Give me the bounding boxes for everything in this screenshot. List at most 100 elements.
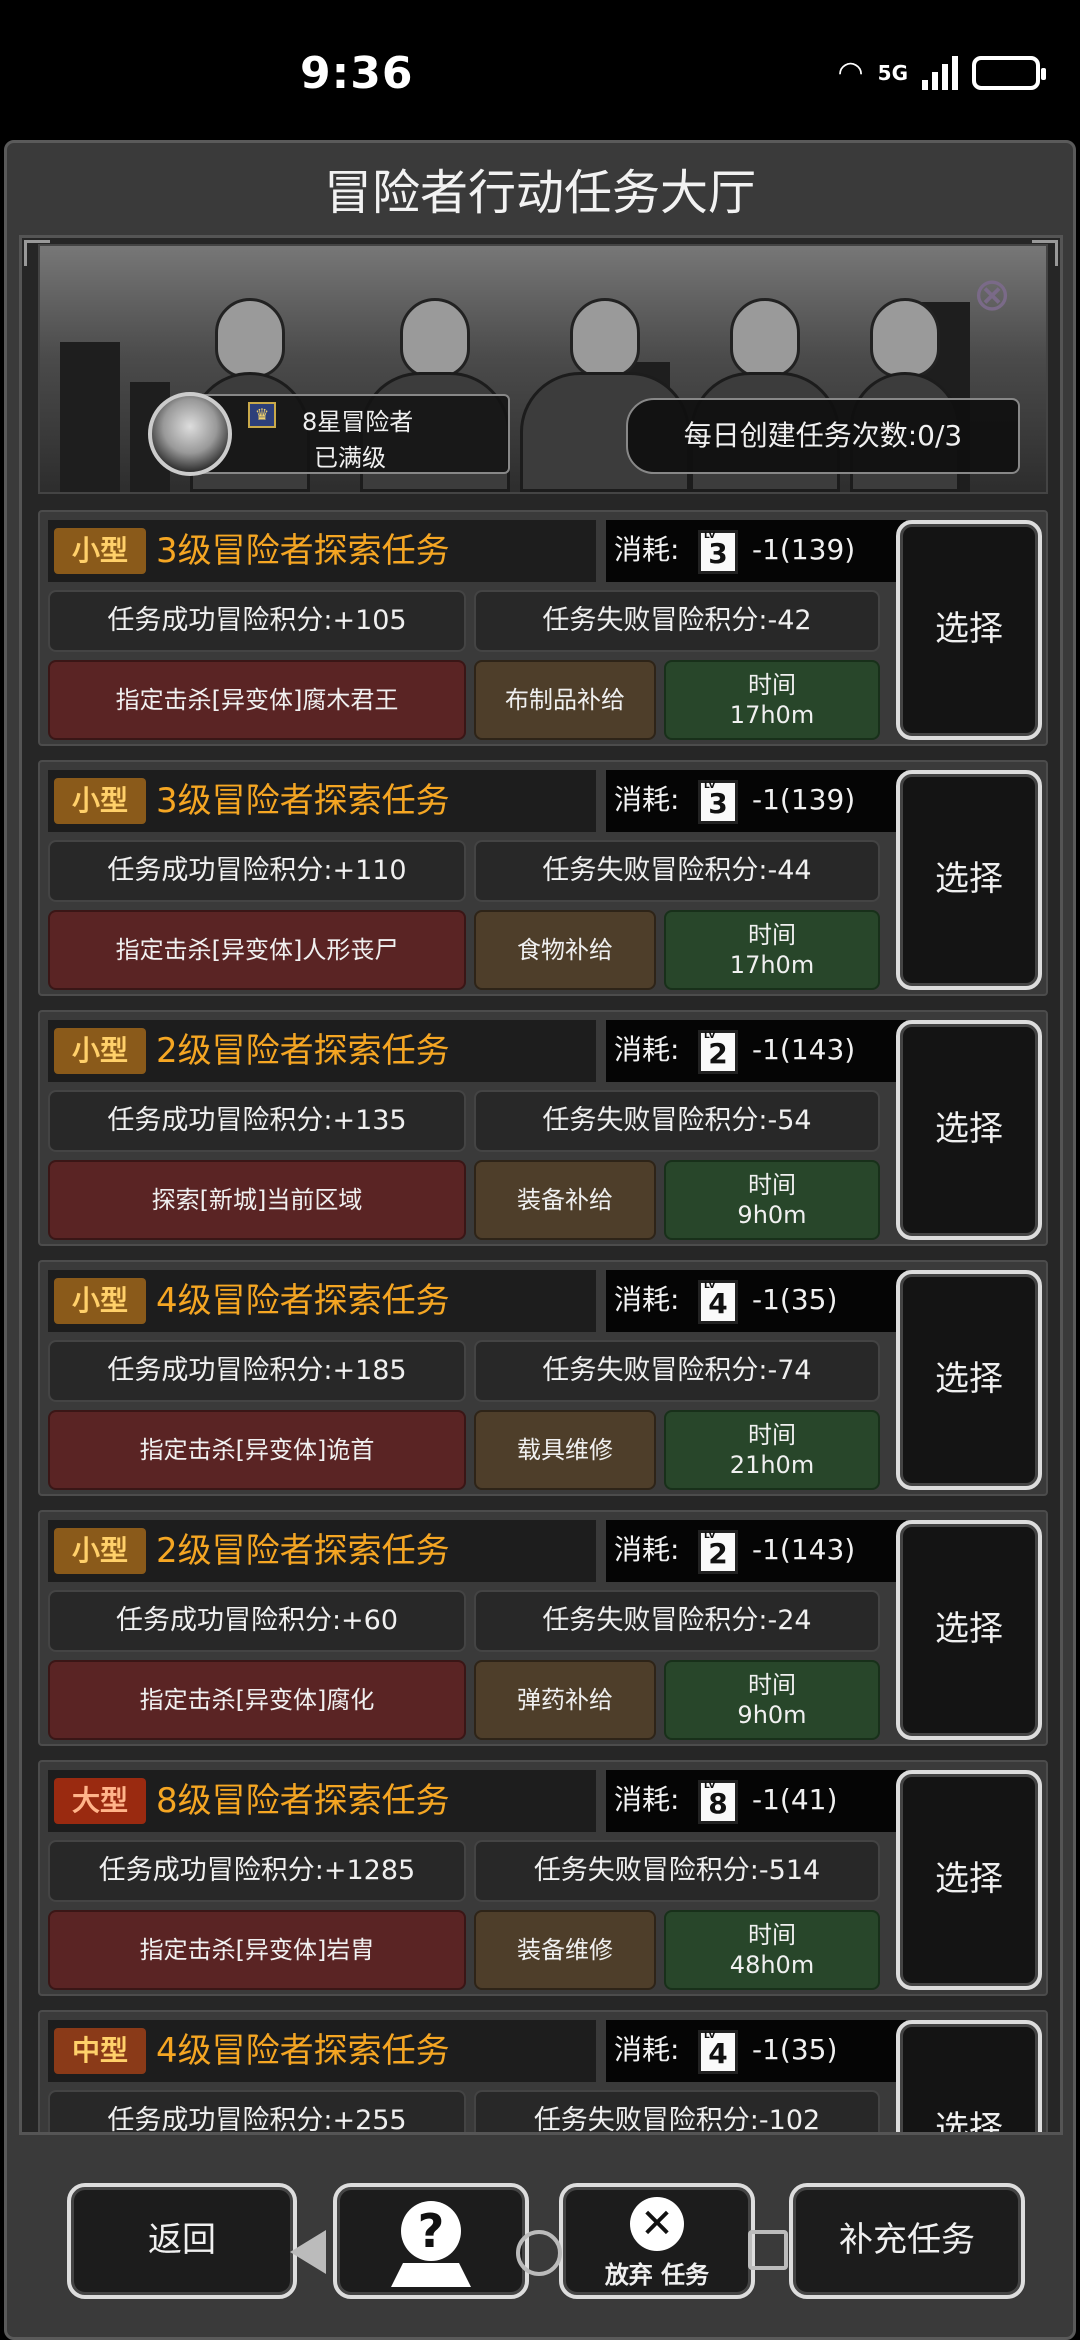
select-task-button[interactable]: 选择 (896, 1770, 1042, 1990)
time-label: 时间 (748, 671, 796, 699)
fail-points: 任务失败冒险积分:-42 (474, 590, 880, 652)
cost-label: 消耗: (614, 1533, 680, 1566)
task-hall-panel: 冒险者行动任务大厅 ⊗ ♛ 8星冒险者 已满级 每日创建任务次数:0/3 小型 … (4, 140, 1076, 2340)
task-reward: 布制品补给 (474, 660, 656, 740)
task-size-badge: 小型 (54, 528, 146, 574)
task-objective: 指定击杀[异变体]人形丧尸 (48, 910, 466, 990)
task-name: 4级冒险者探索任务 (156, 2031, 450, 2071)
task-duration: 时间 21h0m (664, 1410, 880, 1490)
time-value: 21h0m (729, 1451, 815, 1479)
task-cost: 消耗: 2 -1(143) (606, 1020, 906, 1082)
task-size-badge: 小型 (54, 1278, 146, 1324)
level-card-icon: 4 (698, 1280, 738, 1324)
cost-label: 消耗: (614, 1283, 680, 1316)
task-card: 大型 8级冒险者探索任务 消耗: 8 -1(41) 任务成功冒险积分:+1285… (38, 1760, 1048, 1996)
abandon-task-button[interactable]: ✕ 放弃 任务 (559, 2183, 755, 2299)
cost-label: 消耗: (614, 783, 680, 816)
cost-value: -1(143) (752, 1533, 856, 1566)
task-size-badge: 小型 (54, 778, 146, 824)
abandon-task-label: 放弃 任务 (604, 2261, 710, 2289)
select-task-button[interactable]: 选择 (896, 1270, 1042, 1490)
task-duration: 时间 9h0m (664, 1660, 880, 1740)
task-header: 小型 2级冒险者探索任务 (48, 1520, 596, 1582)
select-task-button[interactable]: 选择 (896, 1520, 1042, 1740)
task-name: 8级冒险者探索任务 (156, 1781, 450, 1821)
task-cost: 消耗: 2 -1(143) (606, 1520, 906, 1582)
fail-points: 任务失败冒险积分:-102 (474, 2090, 880, 2132)
task-reward: 弹药补给 (474, 1660, 656, 1740)
time-value: 17h0m (729, 951, 815, 979)
task-size-badge: 中型 (54, 2028, 146, 2074)
task-objective: 指定击杀[异变体]诡首 (48, 1410, 466, 1490)
nav-recent-icon[interactable] (748, 2230, 788, 2270)
map-icon (391, 2263, 471, 2287)
nav-back-icon[interactable] (290, 2230, 326, 2274)
task-objective: 指定击杀[异变体]岩胄 (48, 1910, 466, 1990)
emblem-icon: ⊗ (972, 267, 1012, 321)
task-cost: 消耗: 8 -1(41) (606, 1770, 906, 1832)
select-task-button[interactable]: 选择 (896, 2020, 1042, 2132)
level-card-icon: 8 (698, 1780, 738, 1824)
success-points: 任务成功冒险积分:+105 (48, 590, 466, 652)
success-points: 任务成功冒险积分:+255 (48, 2090, 466, 2132)
page-title: 冒险者行动任务大厅 (323, 165, 756, 221)
fail-points: 任务失败冒险积分:-514 (474, 1840, 880, 1902)
fail-points: 任务失败冒险积分:-44 (474, 840, 880, 902)
player-level-status: 已满级 (314, 444, 386, 472)
task-header: 小型 2级冒险者探索任务 (48, 1020, 596, 1082)
cost-value: -1(35) (752, 1283, 838, 1316)
level-card-icon: 2 (698, 1030, 738, 1074)
time-value: 9h0m (737, 1701, 807, 1729)
task-duration: 时间 48h0m (664, 1910, 880, 1990)
time-value: 9h0m (737, 1201, 807, 1229)
time-label: 时间 (748, 921, 796, 949)
task-reward: 装备补给 (474, 1160, 656, 1240)
cost-label: 消耗: (614, 533, 680, 566)
back-button[interactable]: 返回 (67, 2183, 297, 2299)
task-reward: 食物补给 (474, 910, 656, 990)
time-label: 时间 (748, 1671, 796, 1699)
task-card: 小型 2级冒险者探索任务 消耗: 2 -1(143) 任务成功冒险积分:+135… (38, 1010, 1048, 1246)
supplement-task-button[interactable]: 补充任务 (789, 2183, 1025, 2299)
task-cost: 消耗: 4 -1(35) (606, 2020, 906, 2082)
close-circle-icon: ✕ (630, 2197, 684, 2251)
cost-value: -1(143) (752, 1033, 856, 1066)
task-name: 4级冒险者探索任务 (156, 1281, 450, 1321)
task-cost: 消耗: 4 -1(35) (606, 1270, 906, 1332)
cost-label: 消耗: (614, 1783, 680, 1816)
task-objective: 指定击杀[异变体]腐木君王 (48, 660, 466, 740)
task-hall-content: ⊗ ♛ 8星冒险者 已满级 每日创建任务次数:0/3 小型 3级冒险者探索任务 … (19, 235, 1063, 2135)
task-objective: 探索[新城]当前区域 (48, 1160, 466, 1240)
task-card: 小型 2级冒险者探索任务 消耗: 2 -1(143) 任务成功冒险积分:+60 … (38, 1510, 1048, 1746)
select-task-button[interactable]: 选择 (896, 520, 1042, 740)
frame-corner (24, 240, 50, 266)
battery-icon (972, 55, 1046, 90)
select-task-button[interactable]: 选择 (896, 770, 1042, 990)
task-card: 小型 3级冒险者探索任务 消耗: 3 -1(139) 任务成功冒险积分:+105… (38, 510, 1048, 746)
task-header: 小型 3级冒险者探索任务 (48, 520, 596, 582)
task-size-badge: 大型 (54, 1778, 146, 1824)
task-name: 3级冒险者探索任务 (156, 531, 450, 571)
success-points: 任务成功冒险积分:+110 (48, 840, 466, 902)
help-button[interactable]: ? (333, 2183, 529, 2299)
player-rank: 8星冒险者 (302, 408, 414, 436)
task-reward: 载具维修 (474, 1410, 656, 1490)
level-card-icon: 2 (698, 1530, 738, 1574)
status-bar: 9:36 ◠ 5G (0, 0, 1080, 140)
nav-home-icon[interactable] (516, 2230, 562, 2276)
fail-points: 任务失败冒险积分:-54 (474, 1090, 880, 1152)
question-icon: ? (401, 2201, 461, 2261)
level-card-icon: 3 (698, 780, 738, 824)
level-card-icon: 4 (698, 2030, 738, 2074)
wifi-icon: ◠ (837, 55, 864, 90)
select-task-button[interactable]: 选择 (896, 1020, 1042, 1240)
cost-value: -1(139) (752, 533, 856, 566)
player-profile[interactable]: ♛ 8星冒险者 已满级 (148, 392, 510, 476)
time-value: 48h0m (729, 1951, 815, 1979)
level-card-icon: 3 (698, 530, 738, 574)
success-points: 任务成功冒险积分:+135 (48, 1090, 466, 1152)
network-type: 5G (877, 60, 908, 85)
time-label: 时间 (748, 1421, 796, 1449)
task-cost: 消耗: 3 -1(139) (606, 520, 906, 582)
task-name: 3级冒险者探索任务 (156, 781, 450, 821)
